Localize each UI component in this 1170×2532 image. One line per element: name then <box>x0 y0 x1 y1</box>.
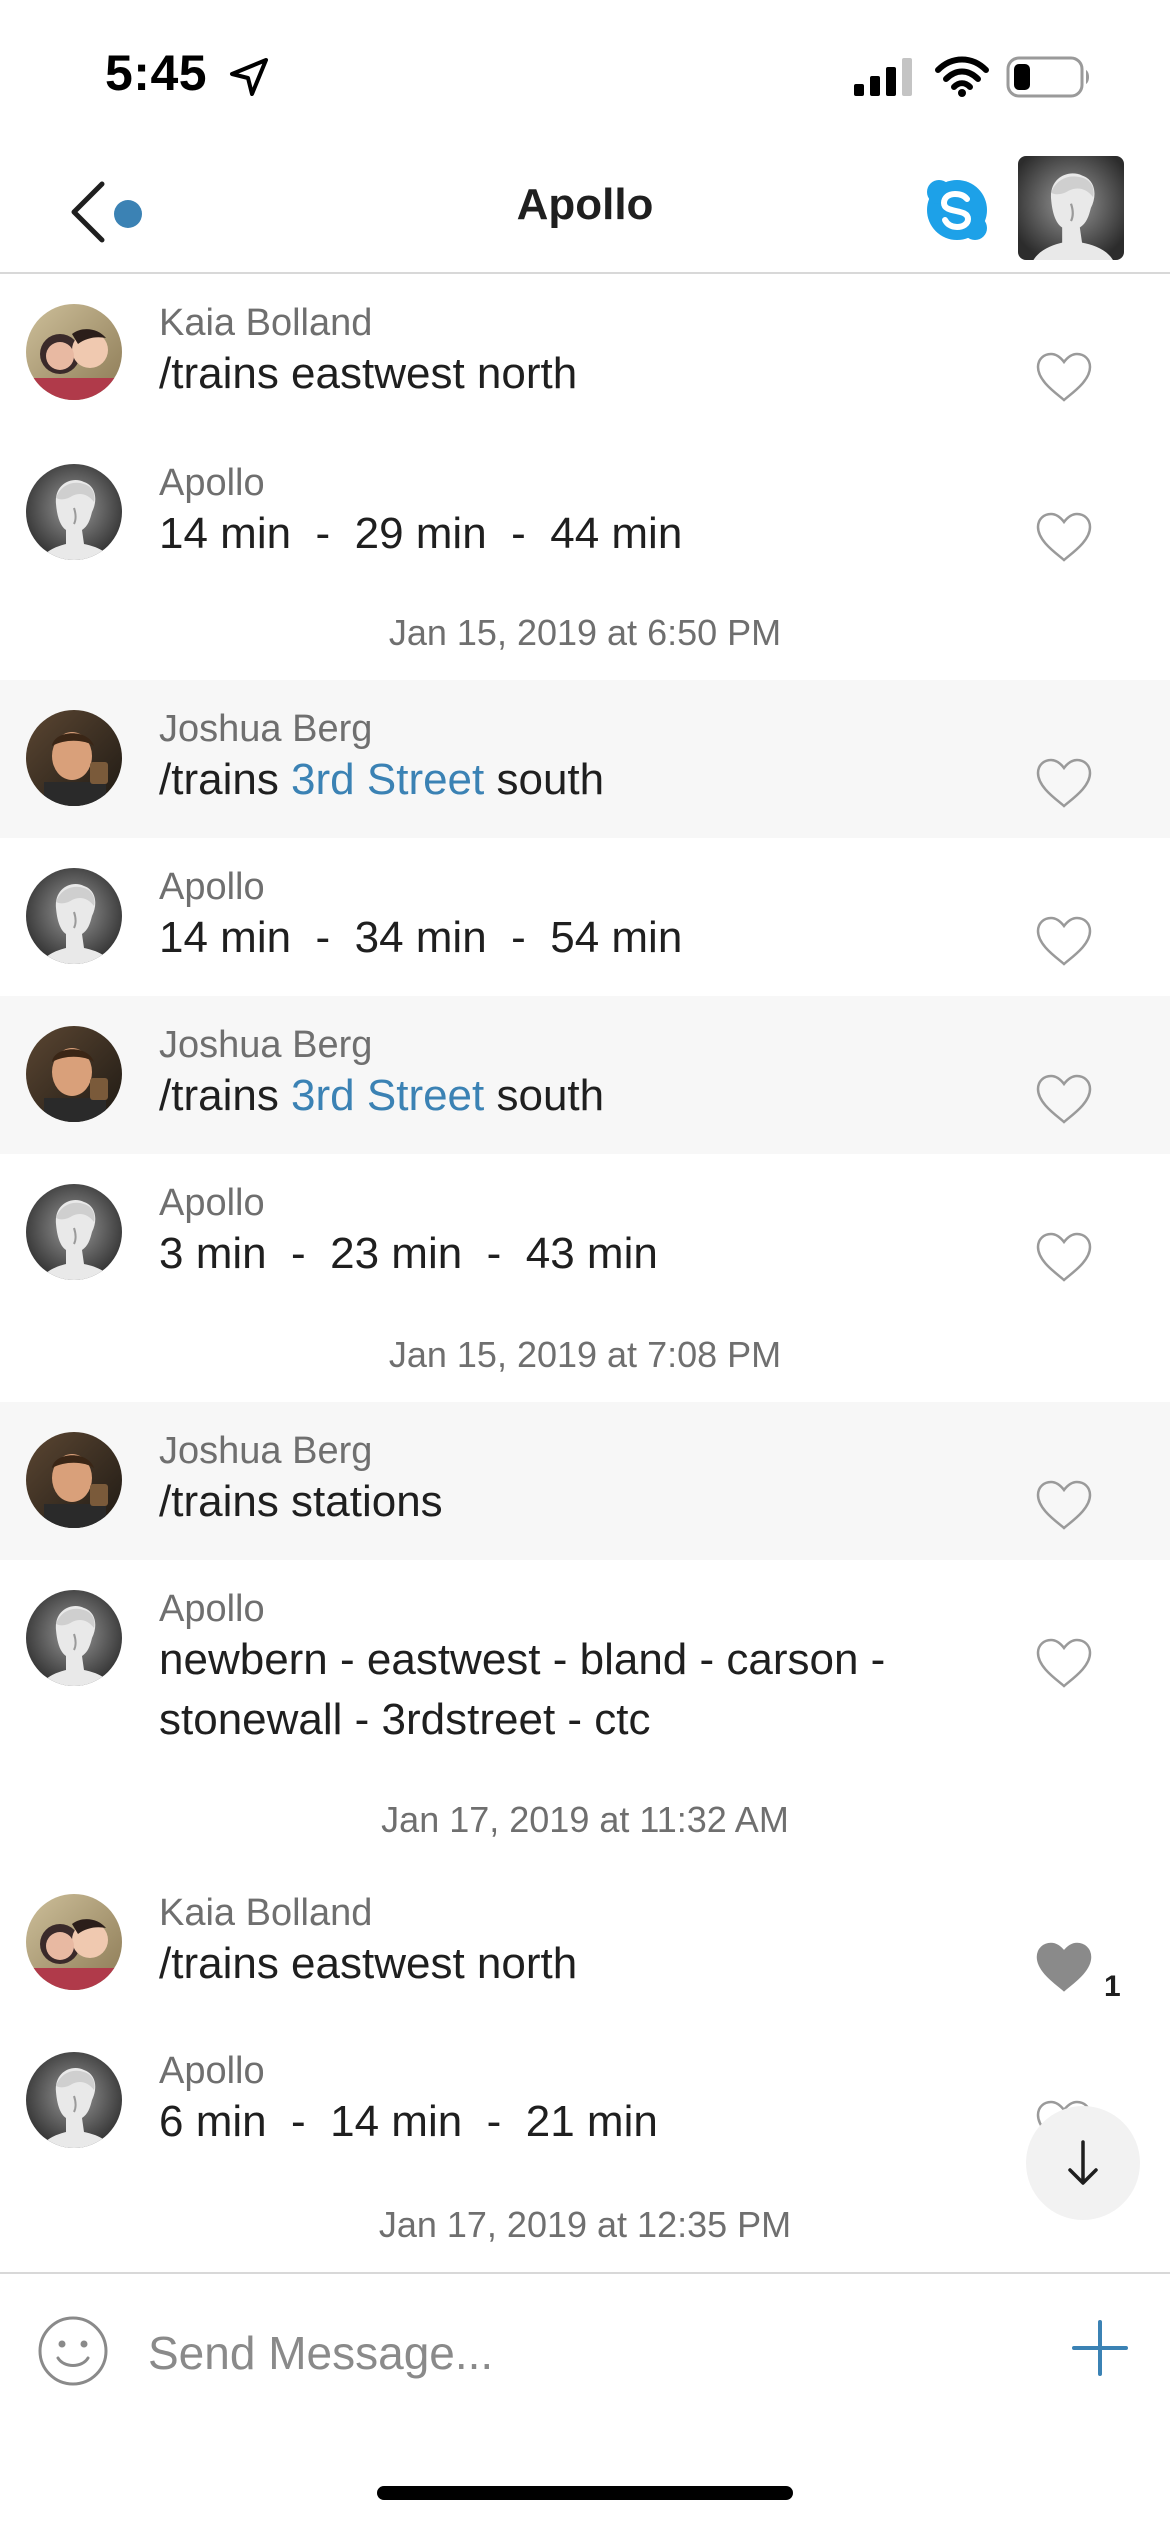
arrow-down-icon <box>1068 2140 1098 2185</box>
wifi-icon <box>935 56 989 97</box>
joshua-avatar-image <box>26 1026 122 1122</box>
message-input[interactable] <box>146 2308 1030 2398</box>
message-text: 6 min - 14 min - 21 min <box>159 2097 658 2146</box>
joshua-avatar-image <box>26 710 122 806</box>
message-row: Joshua Berg /trains 3rd Street south <box>0 996 1170 1154</box>
message-composer <box>0 2272 1170 2430</box>
kaia-avatar-image <box>26 304 122 400</box>
apollo-avatar-image <box>26 2052 122 2148</box>
apollo-bust-image <box>1018 156 1124 260</box>
apollo-avatar-image <box>26 464 122 560</box>
message-text: /trains eastwest north <box>159 349 578 398</box>
message-text: /trains 3rd Street south <box>159 750 999 810</box>
home-indicator[interactable] <box>377 2486 793 2500</box>
scroll-to-bottom-button[interactable] <box>1026 2106 1140 2220</box>
message-sender: Apollo <box>159 1182 265 1224</box>
message-text: /trains 3rd Street south <box>159 1066 999 1126</box>
avatar[interactable] <box>26 1026 122 1122</box>
cellular-signal-icon <box>854 58 912 96</box>
message-sender: Joshua Berg <box>159 1024 373 1066</box>
message-sender: Kaia Bolland <box>159 1892 373 1934</box>
apollo-avatar-image <box>26 868 122 964</box>
timestamp: Jan 15, 2019 at 6:50 PM <box>388 612 782 653</box>
kaia-avatar-image <box>26 1894 122 1990</box>
station-link[interactable]: 3rd Street <box>291 1071 484 1120</box>
like-count: 1 <box>1104 1970 1121 2003</box>
plus-icon[interactable] <box>1070 2318 1130 2378</box>
message-text: /trains stations <box>159 1477 443 1526</box>
message-text: newbern - eastwest - bland - carson - sto… <box>159 1630 999 1750</box>
avatar[interactable] <box>26 464 122 560</box>
message-row: Kaia Bolland /trains eastwest north 1 <box>0 1864 1170 2022</box>
apollo-avatar-image <box>26 1590 122 1686</box>
battery-icon <box>1006 56 1089 98</box>
message-sender: Apollo <box>159 2050 265 2092</box>
skype-icon[interactable] <box>924 177 990 243</box>
message-text: 3 min - 23 min - 43 min <box>159 1229 658 1278</box>
message-row: Apollo 6 min - 14 min - 21 min <box>0 2022 1170 2182</box>
message-text-prefix: /trains <box>159 1071 292 1120</box>
smiley-icon[interactable] <box>36 2314 110 2388</box>
heart-icon[interactable] <box>1034 1072 1094 1126</box>
message-row: Joshua Berg /trains stations <box>0 1402 1170 1560</box>
heart-icon[interactable] <box>1034 350 1094 404</box>
heart-icon[interactable] <box>1034 1230 1094 1284</box>
bot-profile-avatar[interactable] <box>1018 156 1124 260</box>
timestamp: Jan 17, 2019 at 11:32 AM <box>381 1799 789 1840</box>
avatar[interactable] <box>26 2052 122 2148</box>
avatar[interactable] <box>26 1184 122 1280</box>
message-row: Joshua Berg /trains 3rd Street south <box>0 680 1170 838</box>
heart-filled-icon[interactable] <box>1034 1940 1094 1994</box>
message-text: 14 min - 29 min - 44 min <box>159 509 683 558</box>
apollo-avatar-image <box>26 1184 122 1280</box>
message-text-suffix: south <box>484 1071 605 1120</box>
heart-icon[interactable] <box>1034 1636 1094 1690</box>
message-row: Apollo newbern - eastwest - bland - cars… <box>0 1560 1170 1780</box>
message-row: Kaia Bolland /trains eastwest north <box>0 274 1170 424</box>
message-sender: Apollo <box>159 462 265 504</box>
avatar[interactable] <box>26 1590 122 1686</box>
message-sender: Apollo <box>159 1588 265 1630</box>
avatar[interactable] <box>26 1432 122 1528</box>
message-list[interactable]: Kaia Bolland /trains eastwest north Apol… <box>0 274 1170 2272</box>
message-sender: Joshua Berg <box>159 708 373 750</box>
heart-icon[interactable] <box>1034 756 1094 810</box>
navigation-header: Apollo <box>0 150 1170 274</box>
chat-screen: 5:45 Apollo Kaia Bolland /trains eastwes… <box>0 0 1170 2532</box>
message-text-prefix: /trains <box>159 755 292 804</box>
message-text-line: stonewall - 3rdstreet - ctc <box>159 1695 651 1744</box>
avatar[interactable] <box>26 1894 122 1990</box>
message-sender: Apollo <box>159 866 265 908</box>
message-row: Apollo 14 min - 29 min - 44 min <box>0 424 1170 584</box>
heart-icon[interactable] <box>1034 510 1094 564</box>
heart-icon[interactable] <box>1034 914 1094 968</box>
station-link[interactable]: 3rd Street <box>291 755 484 804</box>
avatar[interactable] <box>26 304 122 400</box>
message-text-suffix: south <box>484 755 605 804</box>
message-sender: Joshua Berg <box>159 1430 373 1472</box>
page-title: Apollo <box>516 180 654 229</box>
status-time: 5:45 <box>105 45 208 101</box>
message-text: 14 min - 34 min - 54 min <box>159 913 683 962</box>
avatar[interactable] <box>26 710 122 806</box>
avatar[interactable] <box>26 868 122 964</box>
timestamp: Jan 17, 2019 at 12:35 PM <box>378 2204 792 2245</box>
timestamp: Jan 15, 2019 at 7:08 PM <box>388 1334 782 1375</box>
message-row: Apollo 3 min - 23 min - 43 min <box>0 1154 1170 1314</box>
heart-icon[interactable] <box>1034 1478 1094 1532</box>
message-row: Apollo 14 min - 34 min - 54 min <box>0 838 1170 996</box>
joshua-avatar-image <box>26 1432 122 1528</box>
message-text: /trains eastwest north <box>159 1939 578 1988</box>
location-arrow-icon <box>230 58 268 96</box>
message-sender: Kaia Bolland <box>159 302 373 344</box>
status-bar: 5:45 <box>0 0 1170 150</box>
back-button[interactable] <box>58 170 158 250</box>
message-text-line: newbern - eastwest - bland - carson - <box>159 1635 886 1684</box>
chevron-left-icon <box>71 181 105 243</box>
unread-indicator <box>114 200 142 228</box>
